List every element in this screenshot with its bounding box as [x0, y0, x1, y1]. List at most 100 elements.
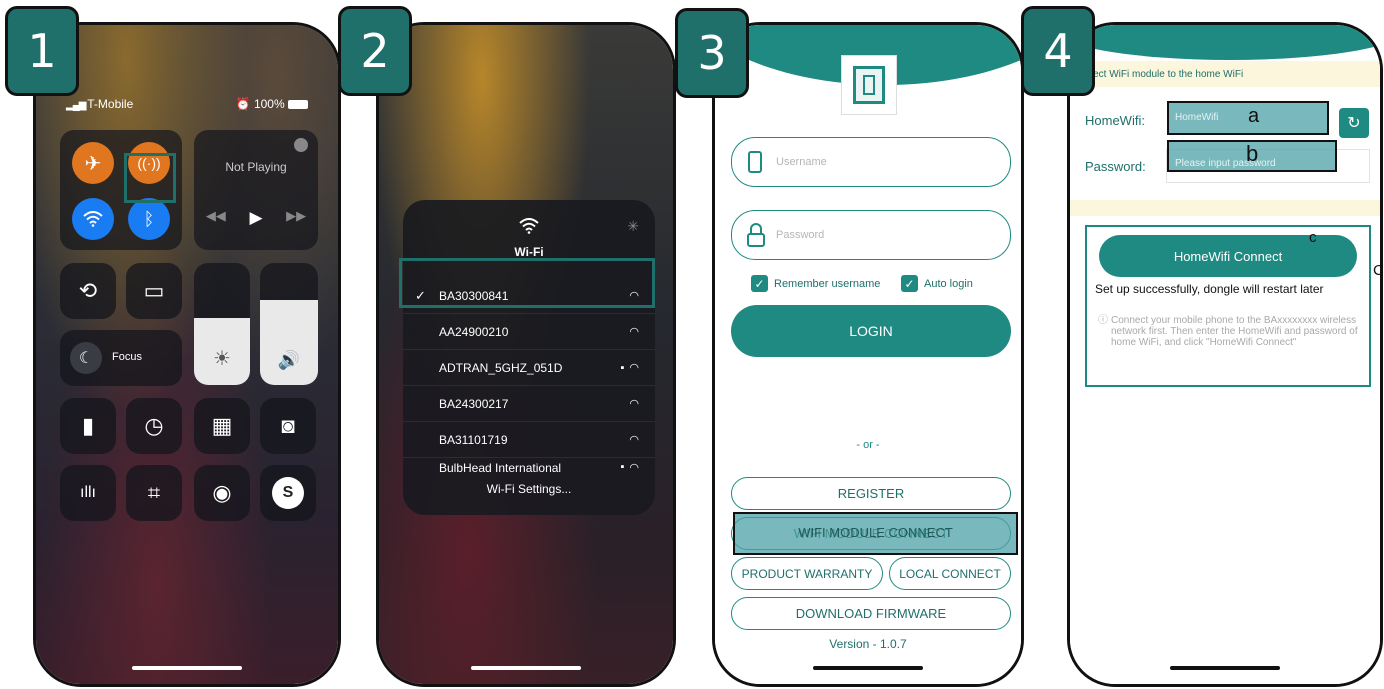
screen-recording-button[interactable]: ◉	[194, 465, 250, 521]
status-bar: ▂▄▆ T-Mobile ⏰ 100%	[66, 97, 308, 111]
wifi-title: Wi-Fi	[514, 245, 544, 259]
annotation-a: a	[1248, 105, 1260, 127]
wifi-signal-icon: ◠	[629, 326, 639, 338]
airplay-icon[interactable]	[294, 138, 308, 152]
network-name: AA24900210	[439, 324, 509, 339]
success-message: Set up successfully, dongle will restart…	[1095, 282, 1324, 296]
auto-login-label: Auto login	[924, 277, 973, 290]
calculator-button[interactable]: ▦	[194, 398, 250, 454]
focus-button[interactable]: ☾ Focus	[60, 330, 182, 386]
battery-logo-icon	[853, 66, 885, 104]
app-logo	[841, 55, 897, 115]
auto-login-checkbox[interactable]: ✓ Auto login	[901, 275, 973, 292]
phone-icon	[748, 151, 762, 173]
password-placeholder: Password	[776, 229, 825, 241]
bluetooth-toggle[interactable]: ᛒ	[128, 198, 170, 240]
timer-button[interactable]: ◷	[126, 398, 182, 454]
remember-username-label: Remember username	[774, 277, 881, 290]
loading-spinner-icon: ✳	[627, 218, 639, 234]
wifi-module-highlight-label: WIFI MODULE CONNECT	[798, 525, 953, 540]
checkmark-icon: ✓	[751, 275, 768, 292]
refresh-icon: ↻	[1347, 115, 1361, 132]
password-placeholder: Please input password	[1175, 158, 1276, 169]
now-playing-tile[interactable]: Not Playing ◀◀ ▶ ▶▶	[194, 130, 318, 250]
rewind-icon[interactable]: ◀◀	[206, 208, 226, 228]
wifi-settings-link[interactable]: Wi-Fi Settings...	[403, 482, 655, 496]
wifi-panel: ✳ Wi-Fi ✓ BA30300841 ◠ AA24900210 ◠ ADTR…	[403, 200, 655, 515]
selected-network-highlight-box	[399, 258, 655, 308]
wifi-network-row[interactable]: BA24300217 ◠	[403, 386, 655, 422]
step-badge-4: 4	[1021, 6, 1095, 96]
wifi-network-row[interactable]: AA24900210 ◠	[403, 314, 655, 350]
local-connect-button[interactable]: LOCAL CONNECT	[889, 557, 1011, 590]
sound-recognition-button[interactable]: ıllı	[60, 465, 116, 521]
home-indicator	[813, 666, 923, 670]
wifi-signal-icon: ◠	[629, 434, 639, 446]
remember-username-checkbox[interactable]: ✓ Remember username	[751, 275, 880, 292]
download-firmware-button[interactable]: DOWNLOAD FIRMWARE	[731, 597, 1011, 630]
step-badge-3: 3	[675, 8, 749, 98]
network-name: BulbHead International	[439, 461, 562, 474]
divider-band	[1070, 200, 1380, 216]
password-field[interactable]: Password	[731, 210, 1011, 260]
version-label: Version - 1.0.7	[829, 637, 907, 651]
fast-forward-icon[interactable]: ▶▶	[286, 208, 306, 228]
wifi-network-row[interactable]: ADTRAN_5GHZ_051D ▪ ◠	[403, 350, 655, 386]
homewifi-connect-button[interactable]: HomeWifi Connect	[1099, 235, 1357, 277]
qr-scanner-button[interactable]: ⌗	[126, 465, 182, 521]
refresh-button[interactable]: ↻	[1339, 108, 1369, 138]
volume-slider[interactable]: 🔊	[260, 263, 318, 385]
carrier-label: ▂▄▆ T-Mobile	[66, 97, 134, 111]
moon-icon: ☾	[70, 342, 102, 374]
or-separator: - or -	[856, 439, 880, 451]
wifi-network-row[interactable]: BulbHead International ▪ ◠	[403, 458, 655, 474]
camera-button[interactable]: ◙	[260, 398, 316, 454]
shazam-icon: S	[272, 477, 304, 509]
battery-icon	[288, 100, 308, 110]
wifi-network-row[interactable]: BA31101719 ◠	[403, 422, 655, 458]
lock-icon	[747, 223, 765, 247]
home-indicator	[132, 666, 242, 670]
brightness-slider[interactable]: ☀	[194, 263, 250, 385]
shazam-button[interactable]: S	[260, 465, 316, 521]
homewifi-placeholder: HomeWifi	[1175, 112, 1219, 123]
network-name: ADTRAN_5GHZ_051D	[439, 360, 563, 375]
phone-login-screen: Username Password ✓ Remember username ✓ Au…	[712, 22, 1024, 687]
airplane-mode-toggle[interactable]: ✈	[72, 142, 114, 184]
home-indicator	[471, 666, 581, 670]
flashlight-button[interactable]: ▮	[60, 398, 116, 454]
orientation-lock-button[interactable]: ⟲	[60, 263, 116, 319]
wifi-signal-icon: ◠	[629, 462, 639, 474]
screen-mirroring-button[interactable]: ▭	[126, 263, 182, 319]
lock-icon: ▪	[620, 361, 625, 374]
instruction-banner: nnect WiFi module to the home WiFi	[1070, 61, 1380, 87]
annotation-b: b	[1246, 141, 1259, 166]
network-name: BA24300217	[439, 396, 509, 411]
network-name: BA31101719	[439, 432, 508, 447]
phone-wifi-list: ✳ Wi-Fi ✓ BA30300841 ◠ AA24900210 ◠ ADTR…	[376, 22, 676, 687]
play-icon[interactable]: ▶	[249, 208, 262, 228]
alarm-icon: ⏰	[235, 97, 251, 111]
annotation-c-inner: c	[1309, 229, 1317, 246]
wifi-toggle[interactable]	[72, 198, 114, 240]
volume-fill	[260, 299, 318, 385]
login-button[interactable]: LOGIN	[731, 305, 1011, 357]
lock-icon: ▪	[620, 461, 625, 473]
username-field[interactable]: Username	[731, 137, 1011, 187]
phone-control-center: ▂▄▆ T-Mobile ⏰ 100% ✈ ((·)) ᛒ Not Playin…	[33, 22, 341, 687]
sun-icon: ☀	[213, 348, 231, 370]
product-warranty-button[interactable]: PRODUCT WARRANTY	[731, 557, 883, 590]
wifi-header-icon	[403, 218, 655, 239]
step-badge-1: 1	[5, 6, 79, 96]
info-icon: ⓘ	[1098, 315, 1108, 326]
register-button[interactable]: REGISTER	[731, 477, 1011, 510]
username-placeholder: Username	[776, 156, 827, 168]
now-playing-label: Not Playing	[225, 160, 287, 174]
cellular-highlight-box	[124, 153, 176, 203]
home-indicator	[1170, 666, 1280, 670]
step-badge-2: 2	[338, 6, 412, 96]
wifi-icon	[83, 211, 103, 227]
wifi-signal-icon: ◠	[629, 362, 639, 374]
focus-label: Focus	[112, 351, 142, 363]
info-note: ⓘ Connect your mobile phone to the BAxxx…	[1098, 315, 1358, 348]
